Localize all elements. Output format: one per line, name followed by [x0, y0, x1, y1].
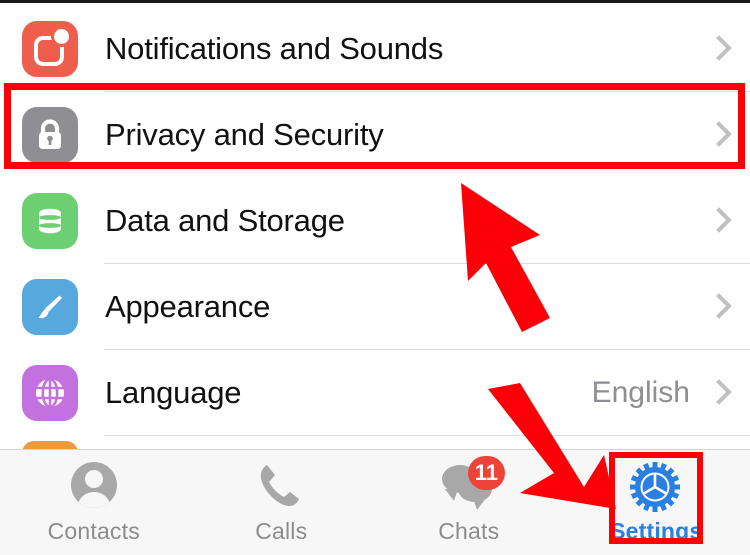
- lock-icon: [22, 107, 78, 163]
- chats-unread-badge: 11: [467, 456, 506, 490]
- settings-row-data-and-storage[interactable]: Data and Storage: [0, 178, 750, 264]
- paintbrush-icon: [22, 279, 78, 335]
- settings-row-language[interactable]: Language English: [0, 350, 750, 436]
- person-circle-icon: [67, 462, 121, 512]
- tab-label: Chats: [438, 518, 500, 544]
- tab-label: Calls: [255, 518, 308, 544]
- chevron-right-icon: [708, 376, 728, 410]
- chevron-right-icon: [708, 290, 728, 324]
- settings-row-appearance[interactable]: Appearance: [0, 264, 750, 350]
- tab-calls[interactable]: Calls: [188, 450, 376, 555]
- bell-notification-icon: [22, 21, 78, 77]
- tab-settings[interactable]: Settings: [563, 450, 750, 555]
- tab-label: Settings: [610, 518, 703, 544]
- language-value: English: [591, 376, 690, 409]
- tab-label: Contacts: [47, 518, 140, 544]
- chevron-right-icon: [708, 204, 728, 238]
- phone-handset-icon: [254, 462, 308, 512]
- globe-icon: [22, 365, 78, 421]
- database-icon: [22, 193, 78, 249]
- tab-contacts[interactable]: Contacts: [0, 450, 188, 555]
- gear-icon: [629, 462, 683, 512]
- settings-row-label: Data and Storage: [105, 203, 345, 238]
- bottom-tab-bar: Contacts Calls 11 Chats Settings: [0, 449, 750, 555]
- chevron-right-icon: [708, 118, 728, 152]
- settings-row-label: Appearance: [105, 289, 271, 324]
- settings-list: Notifications and Sounds Privacy and Sec…: [0, 6, 750, 453]
- settings-row-label: Privacy and Security: [105, 117, 384, 152]
- chevron-right-icon: [708, 32, 728, 66]
- phone-screenshot: Notifications and Sounds Privacy and Sec…: [0, 0, 750, 555]
- settings-row-label: Language: [105, 375, 242, 410]
- settings-row-privacy-and-security[interactable]: Privacy and Security: [0, 92, 750, 178]
- chat-bubbles-icon: 11: [441, 456, 506, 512]
- settings-row-label: Notifications and Sounds: [105, 31, 444, 66]
- tab-chats[interactable]: 11 Chats: [375, 450, 563, 555]
- row-separator: [104, 435, 750, 436]
- settings-row-notifications[interactable]: Notifications and Sounds: [0, 6, 750, 92]
